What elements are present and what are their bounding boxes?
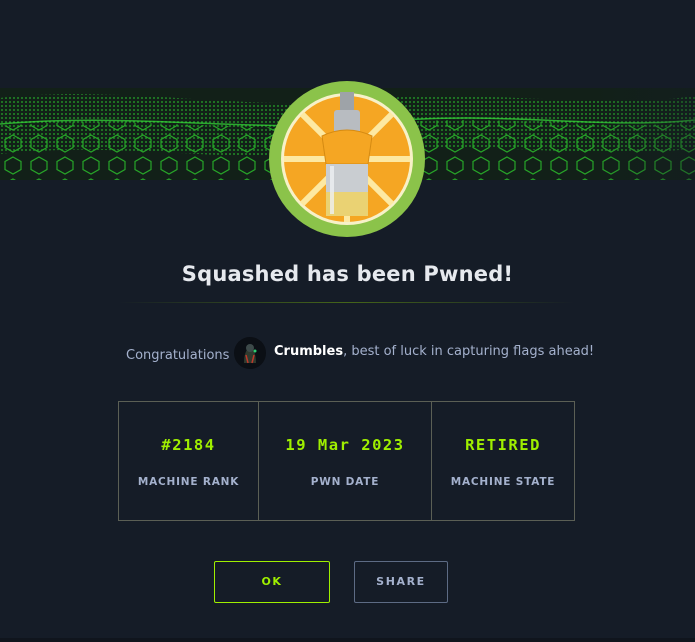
stat-pwn-date: 19 Mar 2023 PWN DATE bbox=[259, 402, 432, 520]
stats-panel: #2184 MACHINE RANK 19 Mar 2023 PWN DATE … bbox=[118, 401, 575, 521]
orange-slice-logo bbox=[268, 80, 426, 238]
stat-machine-rank: #2184 MACHINE RANK bbox=[119, 402, 259, 520]
stat-value: 19 Mar 2023 bbox=[285, 436, 405, 454]
stat-value: #2184 bbox=[161, 436, 216, 454]
congratulations-message: Crumbles, best of luck in capturing flag… bbox=[274, 344, 594, 359]
bottom-edge bbox=[0, 638, 695, 642]
ok-button[interactable]: OK bbox=[214, 561, 330, 603]
message-suffix: , best of luck in capturing flags ahead! bbox=[343, 344, 595, 359]
stat-machine-state: RETIRED MACHINE STATE bbox=[432, 402, 574, 520]
username[interactable]: Crumbles bbox=[274, 344, 343, 359]
title-divider bbox=[118, 302, 575, 303]
stat-label: MACHINE STATE bbox=[450, 476, 556, 488]
stat-label: MACHINE RANK bbox=[137, 476, 240, 488]
share-button[interactable]: SHARE bbox=[354, 561, 448, 603]
congratulations-label: Congratulations bbox=[126, 348, 230, 363]
congratulations-row: Congratulations Crumbles, best of luck i… bbox=[0, 337, 695, 369]
stat-value: RETIRED bbox=[465, 436, 541, 454]
page-title: Squashed has been Pwned! bbox=[181, 262, 514, 286]
user-avatar[interactable] bbox=[234, 337, 266, 369]
stat-label: PWN DATE bbox=[310, 476, 380, 488]
